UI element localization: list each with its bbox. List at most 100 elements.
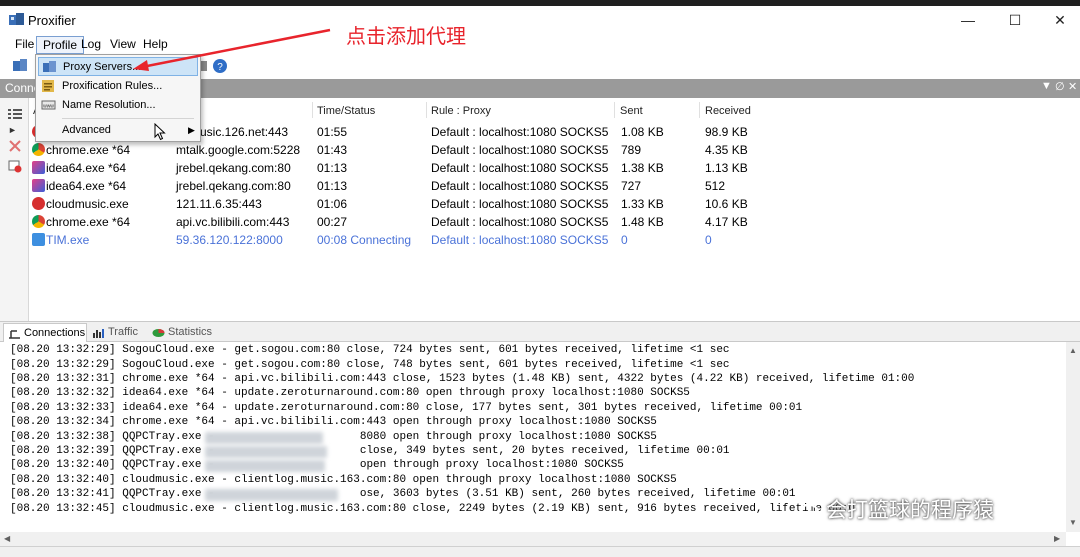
redacted-address	[205, 432, 323, 444]
menu-item-proxification-rules[interactable]: Proxification Rules...	[38, 77, 198, 96]
window-title: Proxifier	[28, 13, 76, 28]
log-line: [08.20 13:32:31] chrome.exe *64 - api.vc…	[10, 373, 915, 385]
submenu-arrow-icon: ▶	[188, 125, 195, 135]
row-target: jrebel.qekang.com:80	[176, 161, 291, 175]
close-button[interactable]: ✕	[1040, 10, 1080, 30]
menu-bar: File Profile Log View Help	[0, 34, 1080, 55]
panel-menu-icon[interactable]: ▼	[1041, 80, 1052, 92]
chrome-icon	[32, 215, 45, 228]
row-rule-proxy: Default : localhost:1080 SOCKS5	[431, 143, 609, 157]
row-time-status: 00:27	[317, 215, 348, 229]
connections-side-toolbar: ►	[0, 98, 29, 321]
log-horizontal-scrollbar[interactable]: ◀ ▶	[0, 532, 1066, 546]
row-rule-proxy: Default : localhost:1080 SOCKS5	[431, 125, 609, 139]
panel-close-icon[interactable]: ✕	[1068, 80, 1077, 93]
menu-item-name-resolution-label: Name Resolution...	[62, 99, 156, 111]
menu-item-proxy-servers[interactable]: Proxy Servers...	[38, 57, 198, 76]
scroll-down-arrow-icon[interactable]: ▼	[1069, 518, 1077, 527]
kill-connection-icon[interactable]	[8, 140, 22, 153]
row-sent: 1.48 KB	[621, 215, 664, 229]
menu-separator	[62, 118, 194, 119]
row-rule-proxy: Default : localhost:1080 SOCKS5	[431, 215, 609, 229]
log-vertical-scrollbar[interactable]: ▲ ▼	[1066, 342, 1080, 532]
table-row[interactable]: idea64.exe *64 jrebel.qekang.com:80 01:1…	[29, 159, 1080, 177]
row-sent: 0	[621, 233, 628, 247]
wechat-icon	[787, 497, 819, 520]
log-line: [08.20 13:32:32] idea64.exe *64 - update…	[10, 387, 690, 399]
log-line: [08.20 13:32:34] chrome.exe *64 - api.vc…	[10, 416, 657, 428]
row-rule-proxy: Default : localhost:1080 SOCKS5	[431, 233, 609, 247]
table-row[interactable]: TIM.exe 59.36.120.122:8000 00:08 Connect…	[29, 231, 1080, 249]
row-received: 98.9 KB	[705, 125, 748, 139]
row-received: 0	[705, 233, 712, 247]
scroll-left-arrow-icon[interactable]: ◀	[4, 534, 10, 543]
menu-item-proxification-rules-label: Proxification Rules...	[62, 80, 163, 92]
row-received: 4.35 KB	[705, 143, 748, 157]
cloudmusic-icon	[32, 197, 45, 210]
row-received: 4.17 KB	[705, 215, 748, 229]
table-row[interactable]: chrome.exe *64 mtalk.google.com:5228 01:…	[29, 141, 1080, 159]
column-header-rule-proxy[interactable]: Rule : Proxy	[431, 105, 491, 117]
scroll-right-arrow-icon[interactable]: ▶	[1054, 534, 1060, 543]
maximize-button[interactable]: ☐	[995, 10, 1035, 30]
table-row[interactable]: idea64.exe *64 jrebel.qekang.com:80 01:1…	[29, 177, 1080, 195]
row-application: idea64.exe *64	[46, 161, 127, 175]
tab-statistics[interactable]: Statistics	[148, 323, 218, 342]
row-time-status: 00:08 Connecting	[317, 233, 412, 247]
log-line: [08.20 13:32:41] QQPCTray.exe - ose, 360…	[10, 488, 796, 500]
column-separator	[699, 102, 700, 118]
log-line: [08.20 13:32:39] QQPCTray.exe - close, 3…	[10, 445, 730, 457]
row-time-status: 01:13	[317, 161, 348, 175]
status-bar	[0, 546, 1080, 557]
menu-item-advanced-label: Advanced	[62, 124, 111, 136]
statistics-pie-icon	[152, 329, 165, 337]
log-line: [08.20 13:32:38] QQPCTray.exe - 8080 ope…	[10, 431, 657, 443]
row-application: idea64.exe *64	[46, 179, 127, 193]
proxy-servers-toolbar-icon[interactable]	[12, 58, 28, 74]
log-line: [08.20 13:32:33] idea64.exe *64 - update…	[10, 402, 803, 414]
new-rule-icon[interactable]	[8, 160, 22, 173]
minimize-button[interactable]: —	[948, 10, 988, 30]
row-target: 59.36.120.122:8000	[176, 233, 283, 247]
row-application: chrome.exe *64	[46, 143, 131, 157]
row-time-status: 01:06	[317, 197, 348, 211]
log-line: [08.20 13:32:45] cloudmusic.exe - client…	[10, 503, 855, 515]
row-target: jrebel.qekang.com:80	[176, 179, 291, 193]
column-header-received[interactable]: Received	[705, 105, 751, 117]
row-received: 1.13 KB	[705, 161, 748, 175]
scroll-up-arrow-icon[interactable]: ▲	[1069, 346, 1077, 355]
row-target: api.vc.bilibili.com:443	[176, 215, 290, 229]
tab-connections[interactable]: Connections	[3, 323, 87, 342]
tab-traffic[interactable]: Traffic	[88, 323, 146, 342]
column-header-sent[interactable]: Sent	[620, 105, 643, 117]
row-rule-proxy: Default : localhost:1080 SOCKS5	[431, 197, 609, 211]
column-header-time-status[interactable]: Time/Status	[317, 105, 375, 117]
table-row[interactable]: chrome.exe *64 api.vc.bilibili.com:443 0…	[29, 213, 1080, 231]
proxy-servers-icon	[43, 61, 56, 72]
log-line: [08.20 13:32:40] cloudmusic.exe - client…	[10, 474, 677, 486]
column-separator	[312, 102, 313, 118]
intellij-idea-icon	[32, 161, 45, 174]
profile-dropdown-menu: Proxy Servers... Proxification Rules... …	[35, 54, 201, 142]
svg-text:?: ?	[217, 62, 223, 73]
row-time-status: 01:55	[317, 125, 348, 139]
expand-arrow-icon[interactable]: ►	[8, 125, 22, 138]
table-row[interactable]: cloudmusic.exe 121.11.6.35:443 01:06 Def…	[29, 195, 1080, 213]
list-view-icon[interactable]	[8, 108, 22, 121]
proxification-rules-icon	[42, 80, 54, 92]
watermark-text: 会打篮球的程序猿	[826, 498, 994, 522]
row-time-status: 01:43	[317, 143, 348, 157]
row-application: chrome.exe *64	[46, 215, 131, 229]
name-resolution-icon: www	[41, 100, 56, 110]
menu-help[interactable]: Help	[137, 36, 174, 54]
panel-pin-icon[interactable]: ∅	[1055, 80, 1065, 93]
menu-item-advanced[interactable]: Advanced ▶	[38, 121, 198, 140]
menu-log[interactable]: Log	[75, 36, 107, 54]
mouse-cursor-icon	[154, 123, 166, 141]
tab-connections-label: Connections	[24, 327, 86, 339]
column-separator	[614, 102, 615, 118]
menu-item-name-resolution[interactable]: www Name Resolution...	[38, 96, 198, 115]
help-icon[interactable]: ?	[212, 58, 228, 74]
redacted-address	[205, 460, 325, 472]
row-sent: 727	[621, 179, 642, 193]
